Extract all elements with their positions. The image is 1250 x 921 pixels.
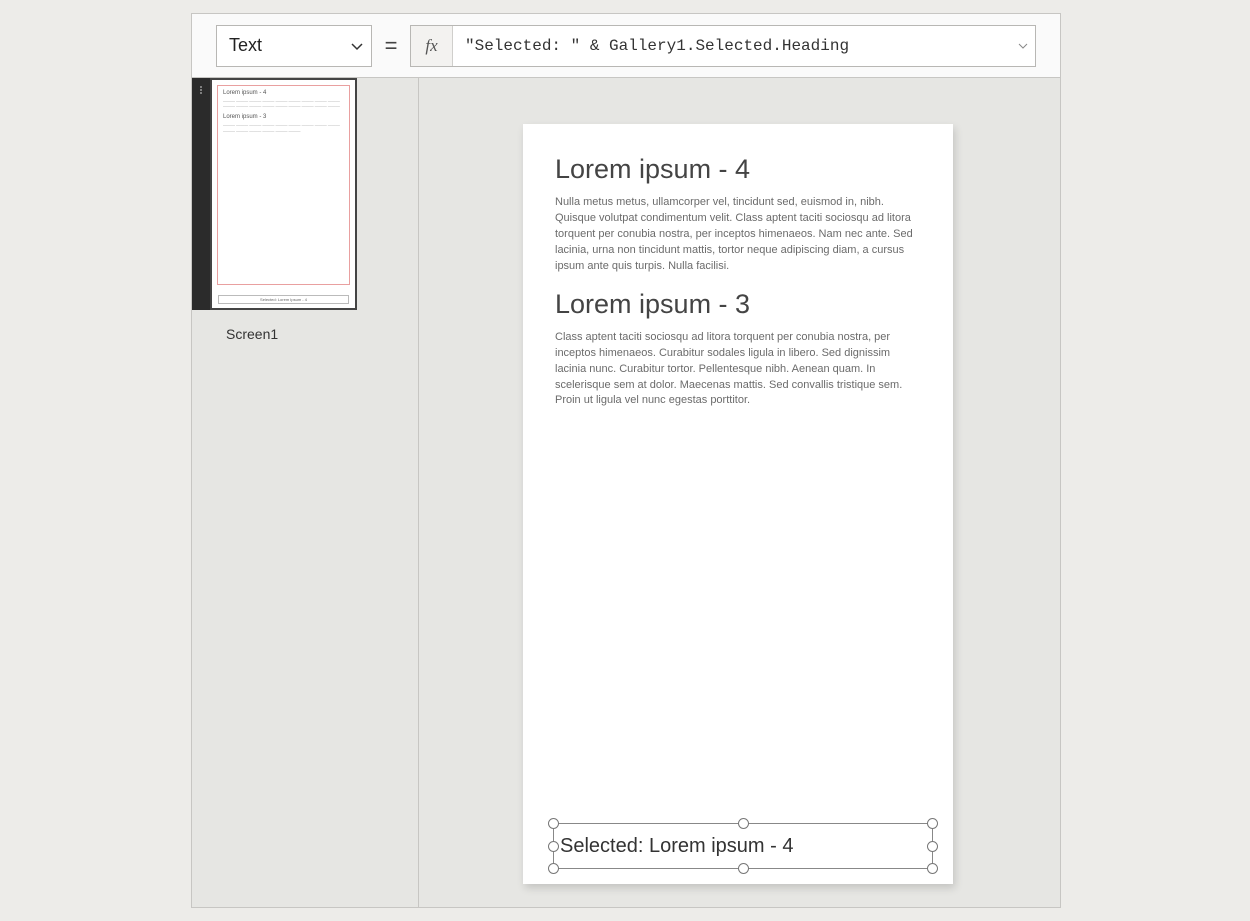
gallery[interactable]: Lorem ipsum - 4 Nulla metus metus, ullam…	[523, 124, 953, 409]
resize-handle-s[interactable]	[738, 863, 749, 874]
canvas-area: Lorem ipsum - 4 Nulla metus metus, ullam…	[420, 78, 1060, 907]
fx-icon[interactable]: fx	[411, 26, 453, 66]
chevron-down-icon	[351, 38, 363, 54]
resize-handle-nw[interactable]	[548, 818, 559, 829]
thumb-item-heading: Lorem ipsum - 4	[223, 90, 344, 96]
resize-handle-e[interactable]	[927, 841, 938, 852]
equals-sign: =	[382, 33, 400, 59]
property-dropdown-label: Text	[229, 35, 262, 56]
gallery-item-heading: Lorem ipsum - 4	[555, 154, 921, 185]
screen-name-label[interactable]: Screen1	[226, 326, 278, 342]
resize-handle-sw[interactable]	[548, 863, 559, 874]
formula-expand-icon[interactable]	[1011, 26, 1035, 66]
formula-input[interactable]: "Selected: " & Gallery1.Selected.Heading	[453, 26, 1011, 66]
selected-text-value: Selected: Lorem ipsum - 4	[560, 835, 793, 858]
resize-handle-n[interactable]	[738, 818, 749, 829]
device-preview[interactable]: Lorem ipsum - 4 Nulla metus metus, ullam…	[523, 124, 953, 884]
screen-thumbnail[interactable]: Lorem ipsum - 4 ——— ——— ——— ——— ——— ——— …	[192, 78, 418, 310]
selected-text-label[interactable]: Selected: Lorem ipsum - 4	[553, 823, 933, 869]
app-frame: Text = fx "Selected: " & Gallery1.Select…	[191, 13, 1061, 908]
formula-bar: Text = fx "Selected: " & Gallery1.Select…	[192, 14, 1060, 78]
thumb-item-body: ——— ——— ——— ——— ——— ——— ——— ——— ——— ——— …	[223, 122, 344, 132]
resize-handle-ne[interactable]	[927, 818, 938, 829]
gallery-item[interactable]: Lorem ipsum - 3 Class aptent taciti soci…	[555, 289, 921, 410]
thumb-selected-label: Selected: Lorem Ipsum - 4	[218, 295, 349, 304]
gallery-item-body: Class aptent taciti sociosqu ad litora t…	[555, 330, 921, 410]
screen-thumbnails-panel: Lorem ipsum - 4 ——— ——— ——— ——— ——— ——— …	[192, 78, 419, 907]
thumbnail-grip[interactable]	[192, 78, 210, 310]
formula-box: fx "Selected: " & Gallery1.Selected.Head…	[410, 25, 1036, 67]
thumb-item-heading: Lorem ipsum - 3	[223, 114, 344, 120]
gallery-item[interactable]: Lorem ipsum - 4 Nulla metus metus, ullam…	[555, 154, 921, 275]
gallery-item-heading: Lorem ipsum - 3	[555, 289, 921, 320]
gallery-item-body: Nulla metus metus, ullamcorper vel, tinc…	[555, 195, 921, 275]
resize-handle-w[interactable]	[548, 841, 559, 852]
thumb-item-body: ——— ——— ——— ——— ——— ——— ——— ——— ——— ——— …	[223, 98, 344, 108]
resize-handle-se[interactable]	[927, 863, 938, 874]
property-dropdown[interactable]: Text	[216, 25, 372, 67]
